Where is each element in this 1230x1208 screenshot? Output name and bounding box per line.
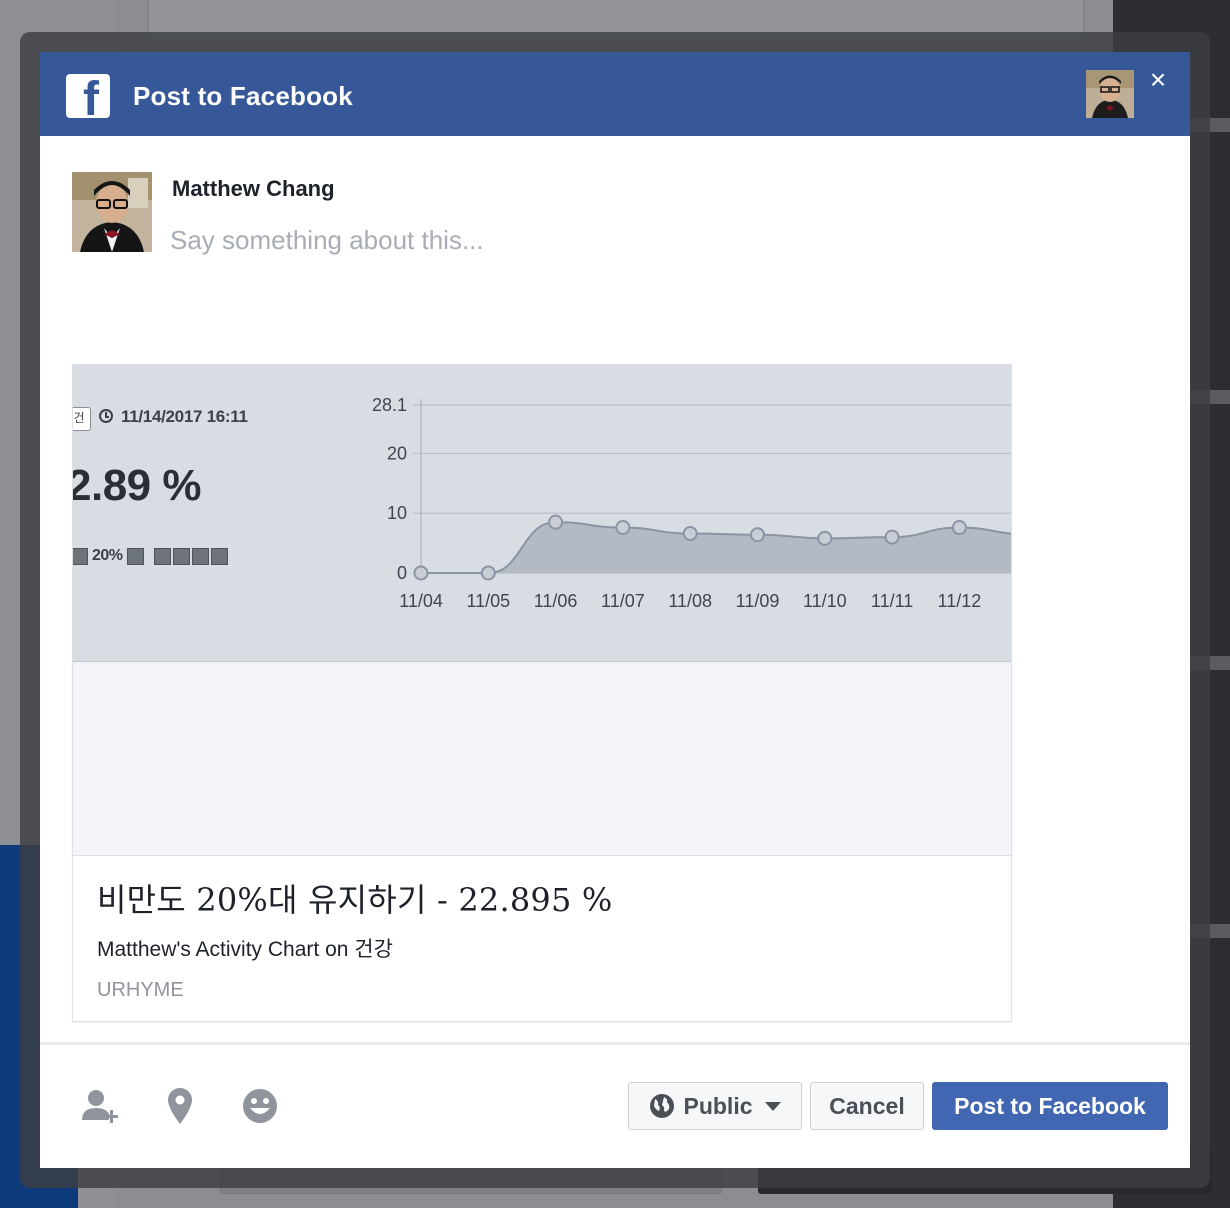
close-icon[interactable]: × bbox=[1146, 66, 1170, 94]
chart-data-point bbox=[480, 565, 496, 581]
preview-chart-panel: 건 11/14/2017 16:11 2.89 % 20% 0 10 20 28.1 1… bbox=[73, 365, 1011, 662]
link-preview-text: 비만도 20%대 유지하기 - 22.895 % Matthew's Activ… bbox=[73, 855, 1011, 1021]
chart-x-tick-label: 11/09 bbox=[736, 591, 780, 611]
chart-y-tick-label: 20 bbox=[387, 443, 407, 463]
chart-data-point bbox=[413, 565, 429, 581]
chart-x-tick-label: 11/10 bbox=[803, 591, 847, 611]
chart-x-tick-label: 11/05 bbox=[466, 591, 510, 611]
chart-data-point bbox=[817, 530, 833, 546]
chart-data-point bbox=[615, 520, 631, 536]
cancel-button[interactable]: Cancel bbox=[810, 1082, 924, 1130]
chart-data-point bbox=[548, 514, 564, 530]
glyph-box bbox=[191, 547, 209, 565]
preview-subline: 20% bbox=[73, 545, 228, 567]
link-preview-image: 건 11/14/2017 16:11 2.89 % 20% 0 10 20 28.1 1… bbox=[73, 365, 1011, 856]
header-avatar[interactable] bbox=[1086, 70, 1134, 118]
glyph-box bbox=[210, 547, 228, 565]
privacy-selector-button[interactable]: Public bbox=[628, 1082, 802, 1130]
chart-y-tick-label: 10 bbox=[387, 503, 407, 523]
add-friend-icon[interactable] bbox=[78, 1086, 122, 1126]
chart-data-point bbox=[682, 526, 698, 542]
globe-icon bbox=[650, 1094, 675, 1118]
chart-data-point bbox=[951, 520, 967, 536]
privacy-label: Public bbox=[683, 1092, 753, 1119]
chart-y-tick-label: 28.1 bbox=[372, 395, 407, 415]
post-message-input[interactable] bbox=[170, 220, 1130, 260]
dialog-header: f Post to Facebook × bbox=[40, 52, 1190, 136]
post-button[interactable]: Post to Facebook bbox=[932, 1082, 1168, 1130]
footer-divider bbox=[40, 1042, 1190, 1045]
chart-data-point bbox=[750, 527, 765, 543]
chart-x-tick-label: 11/12 bbox=[938, 591, 982, 611]
user-name: Matthew Chang bbox=[172, 176, 335, 201]
chart-y-tick-label: 0 bbox=[397, 563, 407, 583]
glyph-box bbox=[73, 547, 88, 565]
glyph-box bbox=[153, 547, 171, 565]
glyph-box bbox=[172, 547, 190, 565]
link-description: Matthew's Activity Chart on 건강 bbox=[97, 938, 393, 961]
clock-icon bbox=[99, 409, 113, 423]
chart-x-tick-label: 11/07 bbox=[601, 591, 645, 611]
location-pin-icon[interactable] bbox=[158, 1086, 202, 1126]
chart-x-tick-label: 11/04 bbox=[399, 591, 443, 611]
dialog-title: Post to Facebook bbox=[133, 81, 353, 111]
user-avatar bbox=[72, 172, 152, 252]
chevron-down-icon bbox=[764, 1101, 781, 1111]
chart-data-point bbox=[884, 529, 900, 545]
preview-sub-value: 20% bbox=[92, 547, 123, 564]
glyph-box bbox=[126, 547, 144, 565]
activity-area-chart: 0 10 20 28.1 11/04 11/05 11/06 11/07 11/08 11/09 1… bbox=[372, 395, 1011, 611]
chart-x-tick-label: 11/08 bbox=[668, 591, 712, 611]
preview-big-value: 2.89 % bbox=[73, 461, 201, 510]
category-tag-icon: 건 bbox=[73, 407, 91, 431]
link-preview-card[interactable]: 건 11/14/2017 16:11 2.89 % 20% 0 10 20 28.1 1… bbox=[72, 364, 1012, 1022]
link-title: 비만도 20%대 유지하기 - 22.895 % bbox=[97, 881, 613, 919]
smiley-icon[interactable] bbox=[238, 1086, 282, 1126]
facebook-logo-icon: f bbox=[66, 74, 110, 118]
chart-x-tick-label: 11/06 bbox=[534, 591, 578, 611]
preview-timestamp: 11/14/2017 16:11 bbox=[121, 407, 248, 426]
share-dialog: f Post to Facebook × Matthew Chang Say s… bbox=[40, 52, 1190, 1168]
link-domain: URHYME bbox=[97, 979, 184, 1001]
chart-x-tick-label: 11/11 bbox=[871, 591, 913, 611]
chart-area-fill bbox=[421, 522, 1011, 573]
